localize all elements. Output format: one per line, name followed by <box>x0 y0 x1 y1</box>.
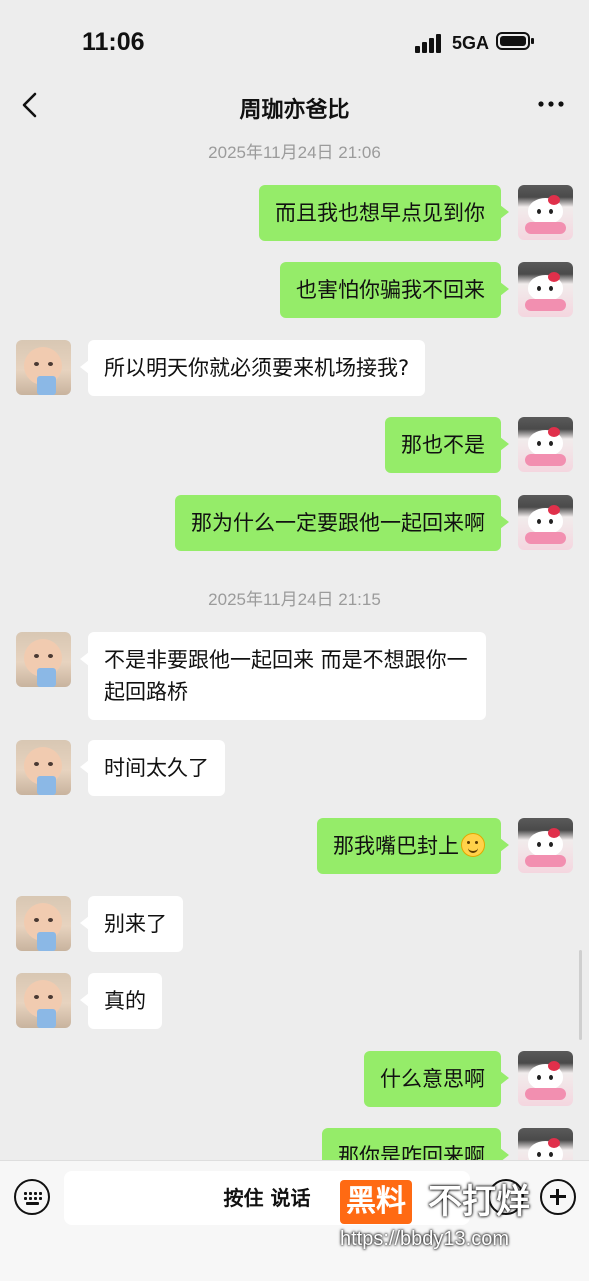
my-avatar[interactable] <box>518 818 573 873</box>
watermark-text: 不打烊 <box>428 1182 530 1222</box>
message-text: 那我嘴巴封上 <box>333 834 459 858</box>
message-bubble-sent[interactable]: 什么意思啊 <box>364 1051 509 1107</box>
message-bubble-received[interactable]: 别来了 <box>80 896 183 952</box>
contact-avatar[interactable] <box>16 632 71 687</box>
message-bubble-received[interactable]: 真的 <box>80 973 162 1029</box>
message-bubble-received[interactable]: 不是非要跟他一起回来 而是不想跟你一起回路桥 <box>80 632 486 720</box>
battery-icon <box>496 32 534 50</box>
watermark-url: https://bbdy13.com <box>340 1228 509 1250</box>
contact-avatar[interactable] <box>16 896 71 951</box>
contact-avatar[interactable] <box>16 340 71 395</box>
watermark-badge: 黑料 <box>340 1180 412 1224</box>
signal-icon <box>415 33 445 53</box>
message-bubble-sent[interactable]: 那也不是 <box>385 417 509 473</box>
my-avatar[interactable] <box>518 262 573 317</box>
message-bubble-sent[interactable]: 也害怕你骗我不回来 <box>280 262 509 318</box>
contact-avatar[interactable] <box>16 973 71 1028</box>
chat-title: 周珈亦爸比 <box>239 98 350 123</box>
watermark: 黑料 不打烊 https://bbdy13.com <box>340 1176 580 1276</box>
more-options-icon[interactable] <box>536 94 566 114</box>
my-avatar[interactable] <box>518 417 573 472</box>
scrollbar[interactable] <box>579 950 582 1040</box>
message-bubble-sent[interactable]: 那我嘴巴封上 <box>317 818 509 874</box>
message-bubble-received[interactable]: 时间太久了 <box>80 740 225 796</box>
message-bubble-sent[interactable]: 而且我也想早点见到你 <box>259 185 509 241</box>
contact-avatar[interactable] <box>16 740 71 795</box>
keyboard-icon[interactable] <box>14 1179 50 1215</box>
status-time: 11:06 <box>82 28 145 56</box>
my-avatar[interactable] <box>518 1051 573 1106</box>
chat-header: 周珈亦爸比 <box>0 80 589 134</box>
status-bar: 11:06 5GA <box>0 0 589 80</box>
message-timestamp: 2025年11月24日 21:15 <box>208 590 381 609</box>
message-timestamp: 2025年11月24日 21:06 <box>208 143 381 162</box>
message-bubble-sent[interactable]: 那为什么一定要跟他一起回来啊 <box>175 495 509 551</box>
network-type: 5GA <box>452 33 490 53</box>
my-avatar[interactable] <box>518 185 573 240</box>
grinning-face-icon <box>461 833 485 857</box>
message-bubble-received[interactable]: 所以明天你就必须要来机场接我? <box>79 340 426 396</box>
my-avatar[interactable] <box>518 495 573 550</box>
